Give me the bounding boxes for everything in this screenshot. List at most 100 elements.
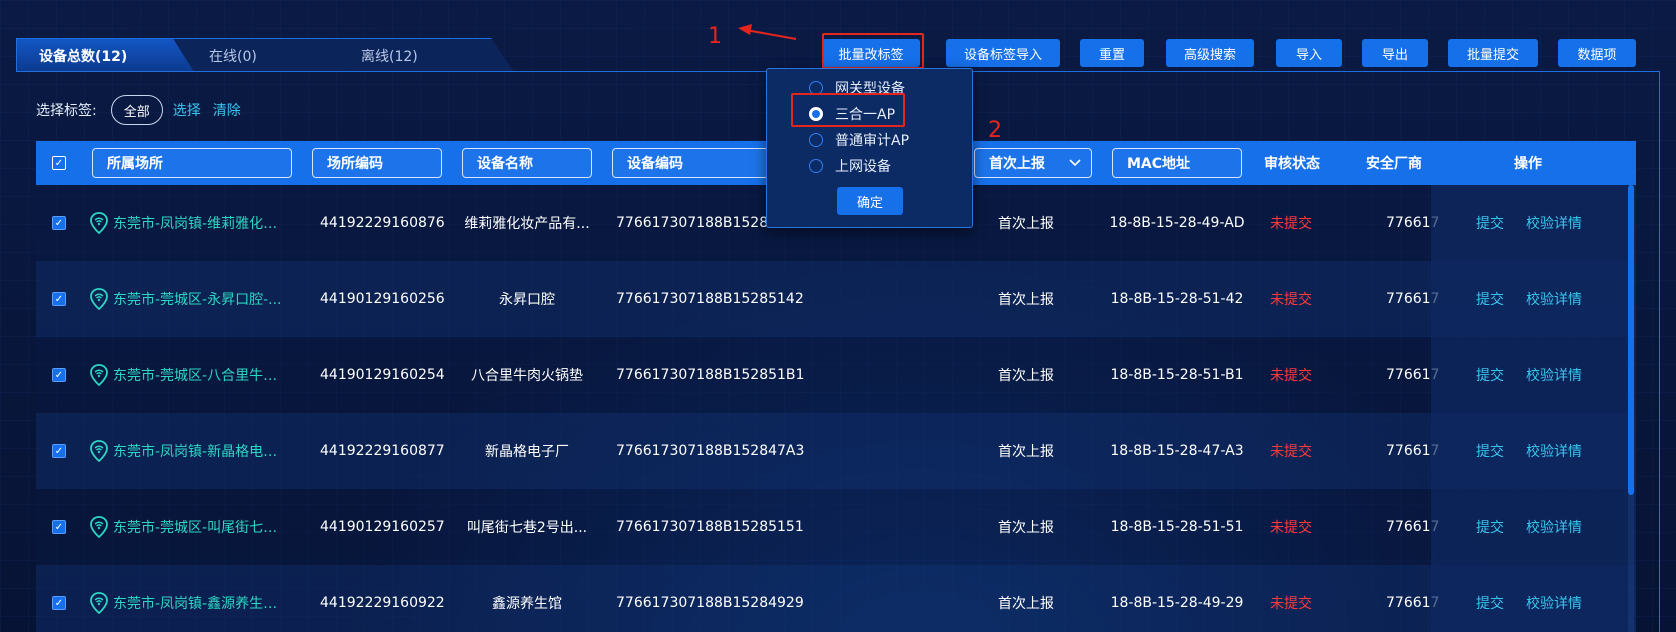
select-all-checkbox[interactable]: ✓ — [52, 156, 66, 170]
device-name: 永昇口腔 — [499, 292, 555, 308]
device-code: 776617307188B152847A3 — [616, 443, 805, 459]
data-columns-button[interactable]: 数据项 — [1558, 39, 1636, 67]
tag-filter: 选择标签: 全部 选择 清除 — [36, 94, 253, 126]
submit-link[interactable]: 提交 — [1476, 565, 1504, 632]
first-report: 首次上报 — [998, 596, 1054, 612]
row-checkbox[interactable]: ✓ — [52, 596, 66, 610]
row-checkbox[interactable]: ✓ — [52, 520, 66, 534]
option-audit-ap[interactable]: 普通审计AP — [809, 129, 909, 151]
status-tabs: 离线(12) 在线(0) 设备总数(12) — [16, 38, 514, 72]
header-venue-code-filter[interactable]: 场所编码 — [312, 148, 442, 178]
location-wifi-icon — [90, 592, 108, 614]
confirm-button[interactable]: 确定 — [837, 187, 903, 215]
annotation-step-1: 1 — [708, 24, 722, 49]
check-detail-link[interactable]: 校验详情 — [1526, 489, 1582, 565]
device-code: 776617307188B15285151 — [616, 519, 804, 535]
tab-all-devices[interactable]: 设备总数(12) — [16, 38, 194, 72]
first-report: 首次上报 — [998, 444, 1054, 460]
location-wifi-icon — [90, 440, 108, 462]
check-detail-link[interactable]: 校验详情 — [1526, 565, 1582, 632]
scrollbar-thumb[interactable] — [1628, 185, 1634, 495]
mac-address: 18-8B-15-28-51-B1 — [1110, 367, 1244, 383]
first-report: 首次上报 — [998, 520, 1054, 536]
import-device-tags-button[interactable]: 设备标签导入 — [946, 39, 1060, 67]
mac-address: 18-8B-15-28-51-42 — [1110, 291, 1244, 307]
tab-online[interactable]: 在线(0) — [172, 38, 350, 72]
mac-address: 18-8B-15-28-47-A3 — [1110, 443, 1244, 459]
header-vendor: 安全厂商 — [1366, 156, 1422, 172]
row-checkbox[interactable]: ✓ — [52, 368, 66, 382]
tag-all-chip[interactable]: 全部 — [110, 95, 163, 125]
location-wifi-icon — [90, 364, 108, 386]
venue-cell[interactable]: 东莞市-莞城区-八合里牛肉... — [90, 337, 288, 413]
table-row: ✓ 东莞市-凤岗镇-鑫源养生馆... 44192229160922 鑫源养生馆 … — [36, 565, 1636, 632]
highlight-batch-change-tag — [822, 33, 924, 69]
annotation-arrow-1 — [738, 24, 797, 40]
header-venue-filter[interactable]: 所属场所 — [92, 148, 292, 178]
highlight-three-in-one-ap — [791, 93, 905, 127]
submit-link[interactable]: 提交 — [1476, 413, 1504, 489]
submit-link[interactable]: 提交 — [1476, 261, 1504, 337]
review-status: 未提交 — [1270, 520, 1312, 536]
tag-select-link[interactable]: 选择 — [173, 100, 201, 120]
chevron-down-icon — [1069, 159, 1081, 167]
mac-address: 18-8B-15-28-49-AD — [1109, 215, 1245, 231]
device-code: 776617307188B152851B1 — [616, 367, 805, 383]
radio-internet-device[interactable] — [809, 159, 823, 173]
check-detail-link[interactable]: 校验详情 — [1526, 413, 1582, 489]
table-row: ✓ 东莞市-凤岗镇-新晶格电子... 44192229160877 新晶格电子厂… — [36, 413, 1636, 489]
venue-name: 东莞市-莞城区-叫尾街七巷... — [113, 520, 288, 536]
check-detail-link[interactable]: 校验详情 — [1526, 261, 1582, 337]
submit-link[interactable]: 提交 — [1476, 489, 1504, 565]
reset-button[interactable]: 重置 — [1080, 39, 1144, 67]
venue-cell[interactable]: 东莞市-莞城区-永昇口腔-... — [90, 261, 288, 337]
venue-name: 东莞市-莞城区-永昇口腔-... — [113, 292, 282, 308]
row-checkbox[interactable]: ✓ — [52, 292, 66, 306]
table-row: ✓ 东莞市-莞城区-永昇口腔-... 44190129160256 永昇口腔 7… — [36, 261, 1636, 337]
submit-link[interactable]: 提交 — [1476, 337, 1504, 413]
location-wifi-icon — [90, 212, 108, 234]
option-internet-device[interactable]: 上网设备 — [809, 155, 891, 177]
check-detail-link[interactable]: 校验详情 — [1526, 337, 1582, 413]
venue-cell[interactable]: 东莞市-凤岗镇-维莉雅化妆... — [90, 185, 288, 261]
location-wifi-icon — [90, 288, 108, 310]
header-device-name-filter[interactable]: 设备名称 — [462, 148, 592, 178]
mac-address: 18-8B-15-28-49-29 — [1110, 595, 1244, 611]
batch-submit-button[interactable]: 批量提交 — [1448, 39, 1538, 67]
review-status: 未提交 — [1270, 292, 1312, 308]
location-wifi-icon — [90, 516, 108, 538]
device-code: 776617307188B152849 — [616, 215, 786, 231]
submit-link[interactable]: 提交 — [1476, 185, 1504, 261]
review-status: 未提交 — [1270, 368, 1312, 384]
venue-code: 44192229160922 — [320, 595, 445, 611]
header-mac-filter[interactable]: MAC地址 — [1112, 148, 1242, 178]
row-checkbox[interactable]: ✓ — [52, 216, 66, 230]
check-detail-link[interactable]: 校验详情 — [1526, 185, 1582, 261]
export-button[interactable]: 导出 — [1362, 39, 1428, 67]
venue-code: 44192229160876 — [320, 215, 445, 231]
tag-clear-link[interactable]: 清除 — [213, 100, 241, 120]
device-name: 维莉雅化妆产品有... — [464, 216, 590, 232]
device-name: 新晶格电子厂 — [485, 444, 569, 460]
header-first-report-select[interactable]: 首次上报 — [974, 148, 1092, 178]
table-row: ✓ 东莞市-莞城区-八合里牛肉... 44190129160254 八合里牛肉火… — [36, 337, 1636, 413]
venue-cell[interactable]: 东莞市-莞城区-叫尾街七巷... — [90, 489, 288, 565]
radio-audit-ap[interactable] — [809, 133, 823, 147]
tab-offline[interactable]: 离线(12) — [324, 38, 514, 72]
mac-address: 18-8B-15-28-51-51 — [1110, 519, 1244, 535]
review-status: 未提交 — [1270, 596, 1312, 612]
import-button[interactable]: 导入 — [1276, 39, 1342, 67]
venue-cell[interactable]: 东莞市-凤岗镇-新晶格电子... — [90, 413, 288, 489]
venue-code: 44190129160256 — [320, 291, 445, 307]
first-report: 首次上报 — [998, 292, 1054, 308]
table-row: ✓ 东莞市-莞城区-叫尾街七巷... 44190129160257 叫尾街七巷2… — [36, 489, 1636, 565]
device-name: 八合里牛肉火锅垫 — [471, 368, 583, 384]
tag-type-dropdown: 网关型设备 三合一AP 普通审计AP 上网设备 确定 — [766, 68, 973, 228]
device-code: 776617307188B15284929 — [616, 595, 804, 611]
device-code: 776617307188B15285142 — [616, 291, 804, 307]
venue-cell[interactable]: 东莞市-凤岗镇-鑫源养生馆... — [90, 565, 288, 632]
row-checkbox[interactable]: ✓ — [52, 444, 66, 458]
venue-name: 东莞市-凤岗镇-维莉雅化妆... — [113, 216, 288, 232]
venue-code: 44192229160877 — [320, 443, 445, 459]
advanced-search-button[interactable]: 高级搜索 — [1166, 39, 1254, 67]
